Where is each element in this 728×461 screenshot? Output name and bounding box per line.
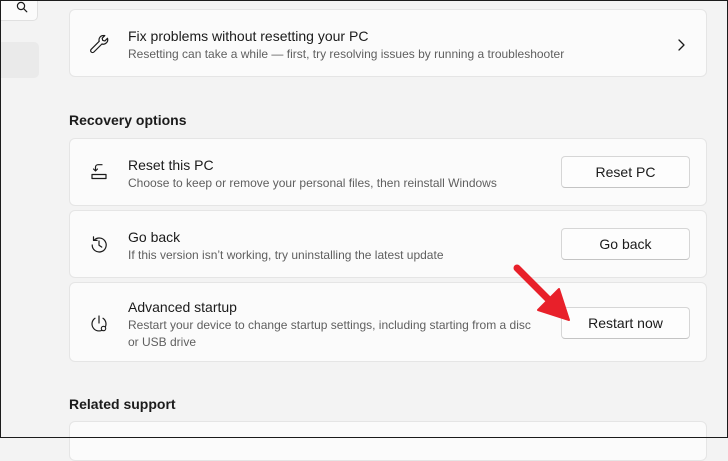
reset-pc-description: Choose to keep or remove your personal f… [128,176,497,190]
history-icon [91,236,107,253]
fix-problems-card[interactable]: Fix problems without resetting your PC R… [69,9,707,77]
navigation-pane [0,0,52,438]
recovery-options-heading: Recovery options [69,112,187,128]
go-back-card: Go back If this version isn’t working, t… [69,210,707,278]
annotation-arrow-icon [513,264,570,321]
fix-problems-title: Fix problems without resetting your PC [128,28,369,44]
search-box[interactable] [0,0,38,21]
go-back-description: If this version isn’t working, try unins… [128,248,444,262]
related-support-card[interactable] [69,421,707,461]
reset-pc-title: Reset this PC [128,157,214,173]
reset-pc-button[interactable]: Reset PC [561,156,690,188]
search-icon [16,1,28,13]
chevron-right-icon [678,39,685,51]
advanced-startup-title: Advanced startup [128,299,237,315]
advanced-startup-icon [91,315,107,332]
related-support-heading: Related support [69,396,176,412]
advanced-startup-card: Advanced startup Restart your device to … [69,282,707,362]
nav-selected-item[interactable] [0,42,39,78]
reset-pc-icon [91,164,107,180]
go-back-button[interactable]: Go back [561,228,690,260]
fix-problems-description: Resetting can take a while — first, try … [128,47,565,61]
go-back-title: Go back [128,229,181,245]
advanced-startup-description: Restart your device to change startup se… [128,318,531,349]
restart-now-button[interactable]: Restart now [561,307,690,339]
wrench-icon [90,34,109,54]
reset-pc-card: Reset this PC Choose to keep or remove y… [69,138,707,206]
